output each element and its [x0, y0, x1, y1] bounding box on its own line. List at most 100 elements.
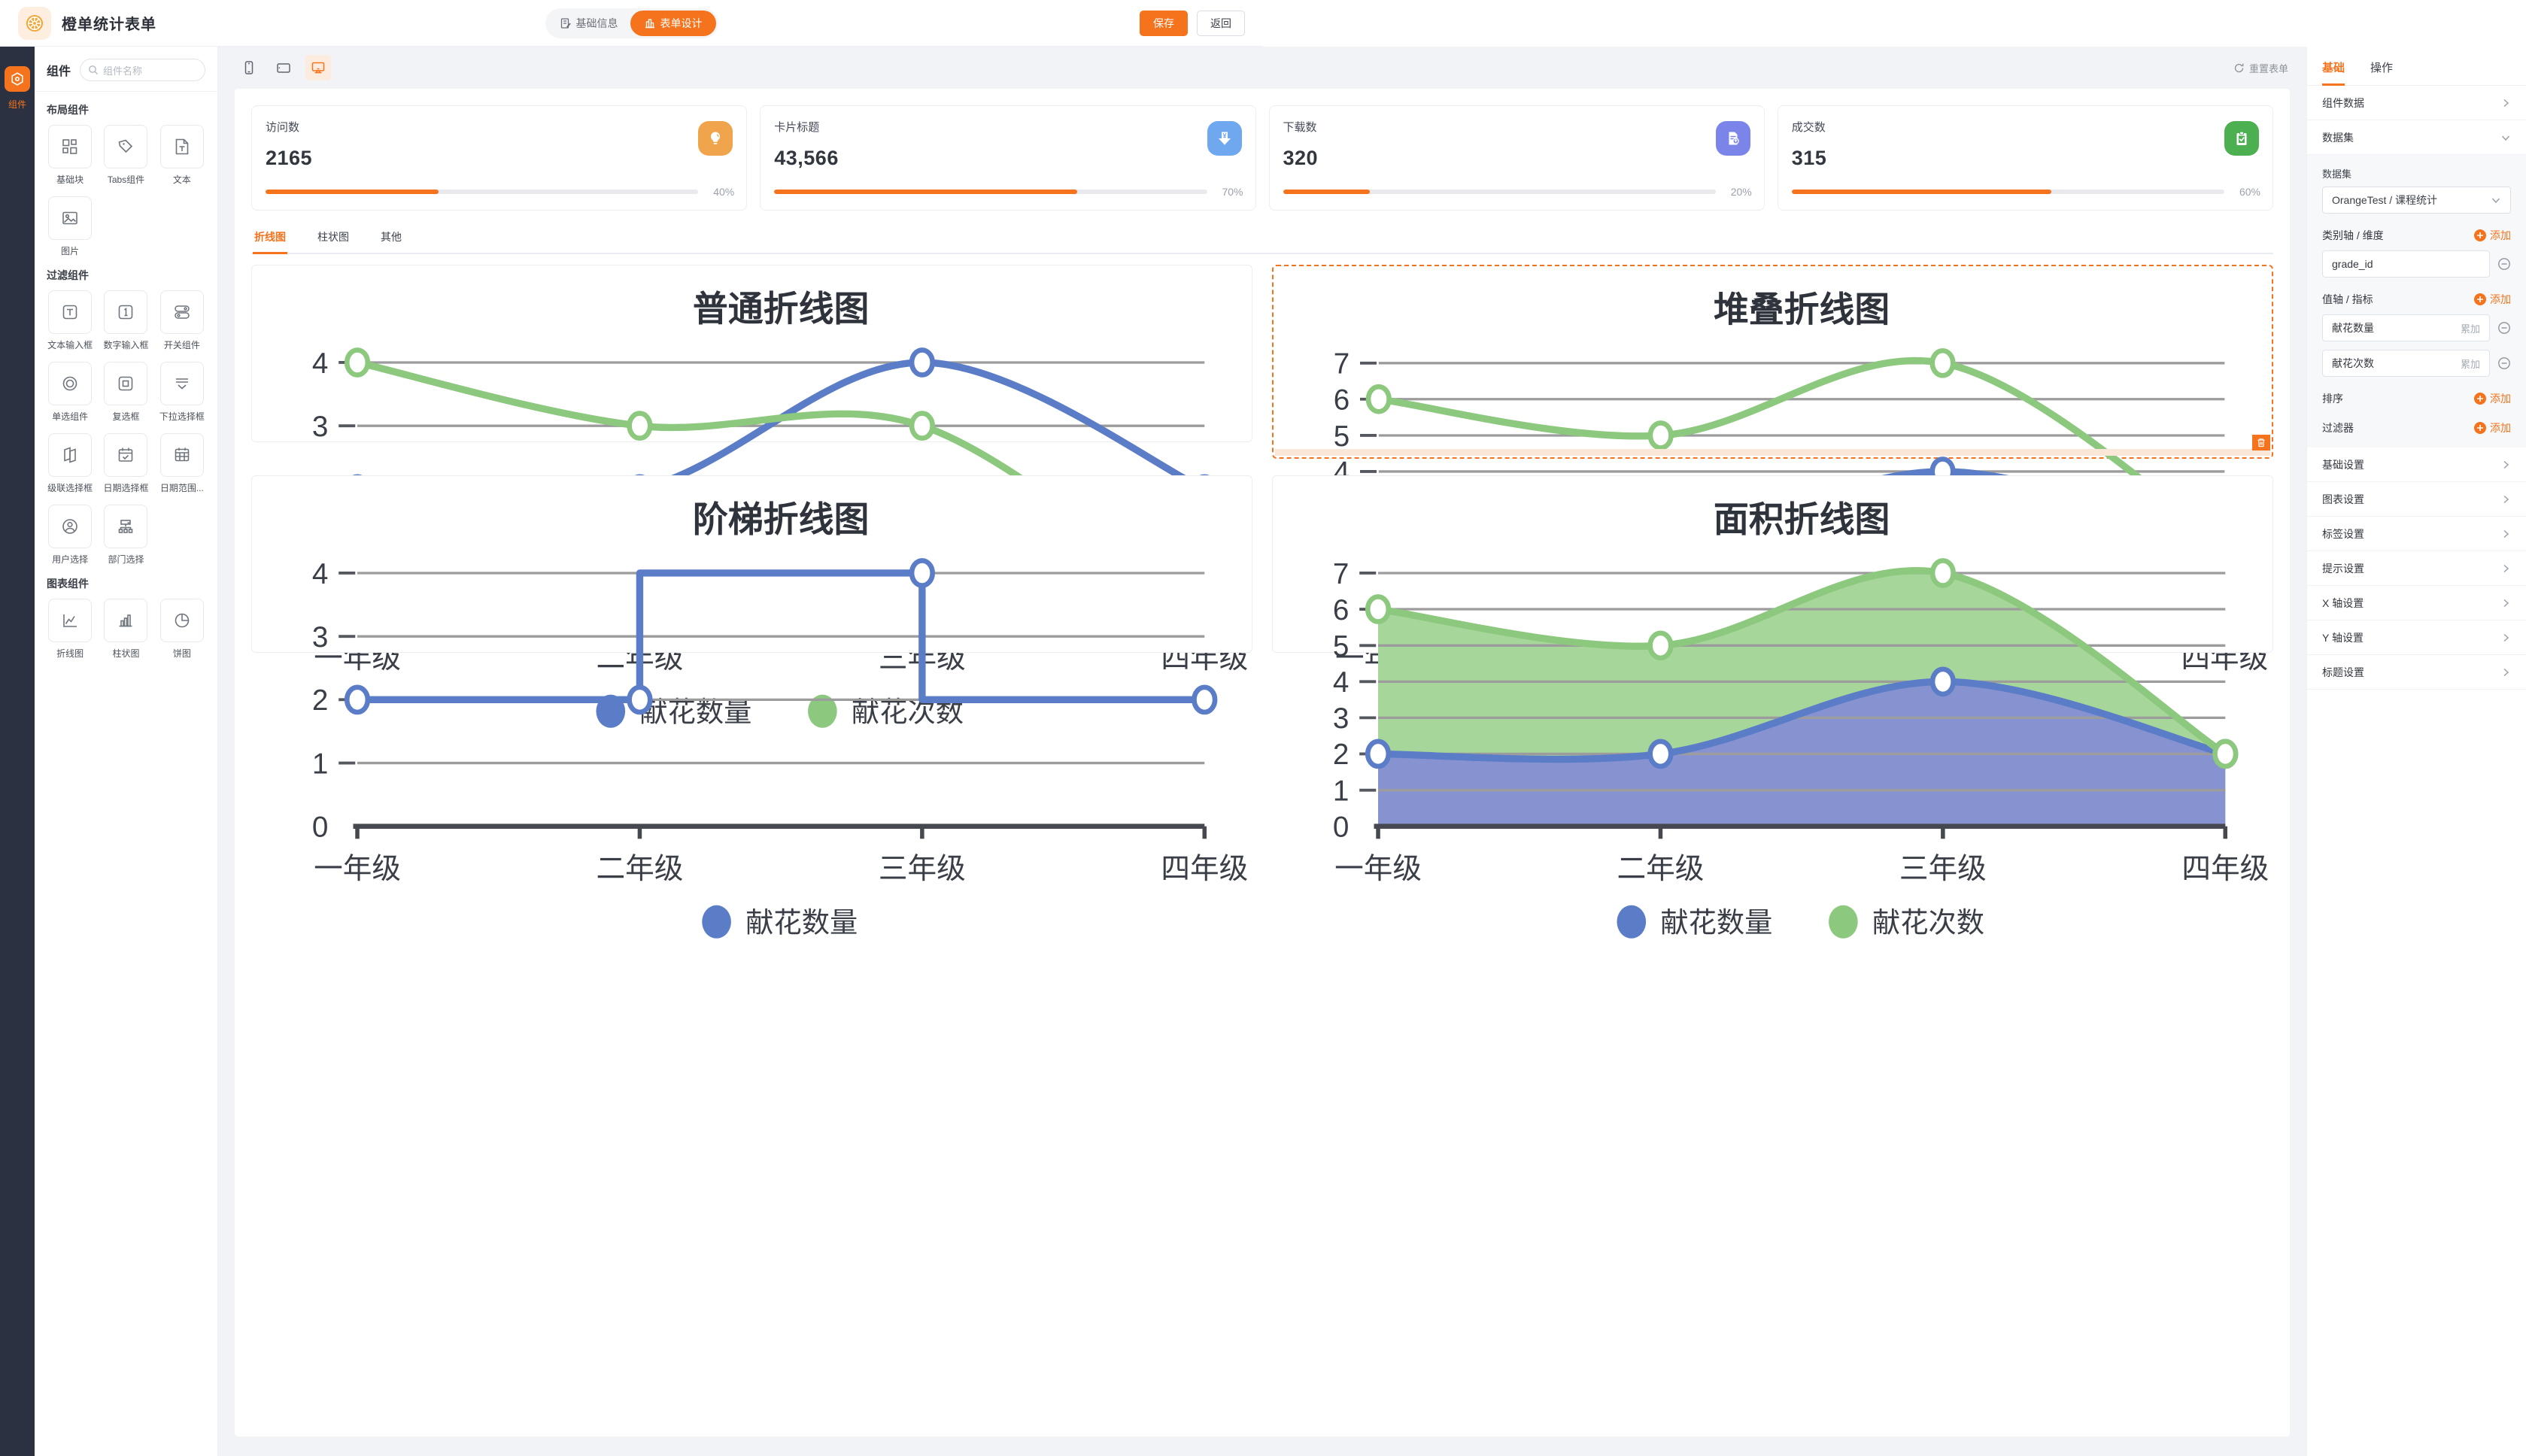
doc-up-icon	[1716, 121, 1750, 156]
component-item-label: 下拉选择框	[159, 410, 205, 423]
field-献花数量[interactable]: 献花数量累加	[2322, 314, 2490, 341]
component-item-checkbox[interactable]: 复选框	[101, 362, 150, 423]
settings-row-label: 标签设置	[2322, 526, 2364, 541]
delete-widget-button[interactable]	[2252, 435, 2270, 450]
chart-widget-堆叠折线图[interactable]: 12345670一年级二年级三年级四年级堆叠折线图献花数量献花次数	[1272, 265, 2273, 459]
component-item-doc-t[interactable]: 文本	[157, 125, 207, 186]
component-hexagon-icon	[10, 71, 25, 86]
component-item-box	[48, 599, 92, 642]
device-phone-button[interactable]	[236, 55, 262, 80]
group-header-排序: 排序添加	[2322, 391, 2511, 406]
component-item-calendar-check[interactable]: 日期选择框	[101, 433, 150, 494]
field-name: grade_id	[2332, 258, 2373, 270]
chart-tab-柱状图[interactable]: 柱状图	[316, 223, 351, 253]
svg-text:2: 2	[1333, 739, 1349, 771]
progress-percent-label: 40%	[707, 186, 734, 198]
svg-text:3: 3	[312, 411, 328, 443]
add-button[interactable]: 添加	[2474, 391, 2511, 406]
component-item-switch[interactable]: 开关组件	[157, 290, 207, 351]
component-item-box	[48, 196, 92, 240]
mode-tab-form-design[interactable]: 表单设计	[630, 11, 716, 36]
svg-text:1: 1	[312, 748, 328, 780]
top-bar: 橙单统计表单 基础信息表单设计 保存 返回	[0, 0, 1263, 47]
stat-card[interactable]: 成交数31560%	[1778, 105, 2273, 211]
remove-field-button[interactable]	[2497, 356, 2511, 370]
add-button[interactable]: 添加	[2474, 228, 2511, 243]
chart-tab-其他[interactable]: 其他	[379, 223, 403, 253]
svg-text:面积折线图: 面积折线图	[1714, 500, 1890, 539]
back-button[interactable]: 返回	[1197, 11, 1245, 36]
switch-icon	[172, 302, 193, 322]
component-item-user[interactable]: 用户选择	[45, 505, 95, 566]
refresh-icon	[2233, 62, 2245, 74]
grid-icon	[60, 137, 80, 156]
component-item-radio[interactable]: 单选组件	[45, 362, 95, 423]
inspector-tab-基础[interactable]: 基础	[2322, 59, 2345, 85]
component-item-cascade[interactable]: 级联选择框	[45, 433, 95, 494]
component-item-label: 柱状图	[112, 647, 139, 660]
progress-fill	[1792, 190, 2051, 194]
remove-field-button[interactable]	[2497, 257, 2511, 271]
component-item-box	[160, 433, 204, 477]
remove-field-button[interactable]	[2497, 321, 2511, 335]
component-grid: 基础块Tabs组件文本图片	[35, 125, 217, 257]
settings-row-基础设置[interactable]: 基础设置	[2307, 447, 2526, 482]
bar-chart-icon	[116, 611, 135, 630]
component-item-calendar-range[interactable]: 日期范围...	[157, 433, 207, 494]
svg-text:4: 4	[1333, 666, 1349, 699]
component-item-line-chart[interactable]: 折线图	[45, 599, 95, 660]
dataset-select[interactable]: OrangeTest / 课程统计	[2322, 187, 2511, 214]
settings-row-标题设置[interactable]: 标题设置	[2307, 655, 2526, 690]
mode-tab-basic-info[interactable]: 基础信息	[548, 11, 630, 36]
component-item-box	[160, 599, 204, 642]
component-item-bar-chart[interactable]: 柱状图	[101, 599, 150, 660]
svg-text:2: 2	[312, 684, 328, 717]
plus-icon	[2474, 393, 2486, 405]
inspector-tab-操作[interactable]: 操作	[2370, 59, 2393, 85]
stat-card[interactable]: 下载数32020%	[1269, 105, 1765, 211]
progress-track	[1283, 190, 1716, 194]
chart-widget-阶梯折线图[interactable]: 12340一年级二年级三年级四年级阶梯折线图献花数量	[251, 475, 1252, 653]
stat-card[interactable]: 卡片标题43,566¥70%	[760, 105, 1255, 211]
settings-row-提示设置[interactable]: 提示设置	[2307, 551, 2526, 586]
components-rail-button[interactable]	[5, 66, 30, 92]
settings-row-label: 标题设置	[2322, 665, 2364, 680]
component-item-select[interactable]: 下拉选择框	[157, 362, 207, 423]
clipboard-check-icon	[2224, 121, 2259, 156]
chevron-down-icon	[2500, 132, 2511, 143]
component-item-box	[104, 362, 147, 405]
add-button[interactable]: 添加	[2474, 292, 2511, 307]
field-献花次数[interactable]: 献花次数累加	[2322, 350, 2490, 377]
component-item-box	[160, 125, 204, 168]
settings-row-Y 轴设置[interactable]: Y 轴设置	[2307, 620, 2526, 655]
device-tablet-button[interactable]	[271, 55, 296, 80]
component-item-tag[interactable]: Tabs组件	[101, 125, 150, 186]
component-search-input[interactable]: 组件名称	[80, 59, 205, 81]
chart-widget-普通折线图[interactable]: 12340一年级二年级三年级四年级普通折线图献花数量献花次数	[251, 265, 1252, 442]
svg-text:阶梯折线图: 阶梯折线图	[693, 500, 870, 539]
device-monitor-button[interactable]	[305, 55, 331, 80]
add-button[interactable]: 添加	[2474, 420, 2511, 435]
inspector-row-组件数据[interactable]: 组件数据	[2307, 86, 2526, 120]
chevron-right-icon	[2500, 98, 2511, 108]
component-item-input-1[interactable]: 数字输入框	[101, 290, 150, 351]
component-item-input-t[interactable]: 文本输入框	[45, 290, 95, 351]
chart-widget-面积折线图[interactable]: 12345670一年级二年级三年级四年级面积折线图献花数量献花次数	[1272, 475, 2273, 653]
dataset-label: 数据集	[2322, 166, 2511, 180]
component-item-dept[interactable]: 部门选择	[101, 505, 150, 566]
settings-row-标签设置[interactable]: 标签设置	[2307, 517, 2526, 551]
component-item-pie[interactable]: 饼图	[157, 599, 207, 660]
component-item-image[interactable]: 图片	[45, 196, 95, 257]
inspector-row-数据集[interactable]: 数据集	[2307, 120, 2526, 155]
settings-row-图表设置[interactable]: 图表设置	[2307, 482, 2526, 517]
settings-row-X 轴设置[interactable]: X 轴设置	[2307, 586, 2526, 620]
chart-tab-折线图[interactable]: 折线图	[253, 223, 287, 253]
reset-form-button[interactable]: 重置表单	[2233, 61, 2288, 75]
stat-card[interactable]: 访问数216540%	[251, 105, 747, 211]
progress-track	[774, 190, 1207, 194]
radio-icon	[60, 374, 80, 393]
component-item-grid[interactable]: 基础块	[45, 125, 95, 186]
save-button[interactable]: 保存	[1140, 11, 1188, 36]
field-grade_id[interactable]: grade_id	[2322, 250, 2490, 278]
svg-text:7: 7	[1333, 558, 1349, 590]
